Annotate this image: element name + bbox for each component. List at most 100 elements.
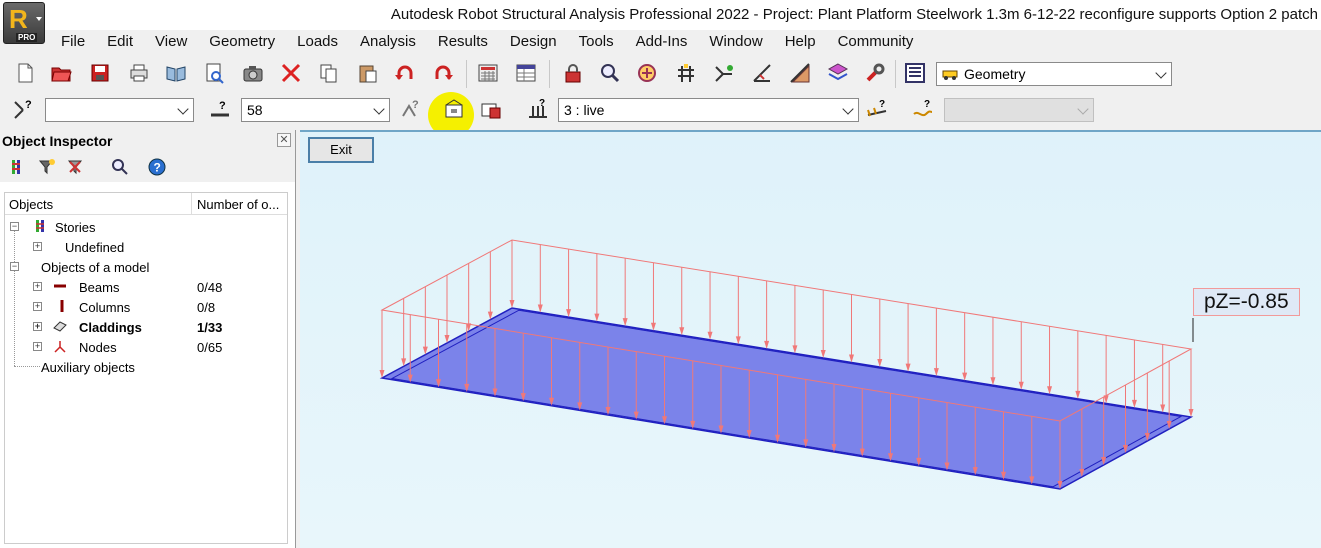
undo-button[interactable] xyxy=(392,59,418,87)
node-icon xyxy=(54,341,66,353)
axis-button[interactable] xyxy=(711,59,737,87)
save-button[interactable] xyxy=(87,59,113,87)
tree-row-undefined[interactable]: + Undefined xyxy=(5,237,287,257)
open-button[interactable] xyxy=(48,59,74,87)
tree-row-beams[interactable]: + Beams 0/48 xyxy=(5,277,287,297)
load-case-combo[interactable]: 3 : live xyxy=(558,98,859,122)
menu-community[interactable]: Community xyxy=(827,31,925,53)
load-case-button[interactable]: ? xyxy=(525,95,551,123)
expand-toggle[interactable]: + xyxy=(33,322,42,331)
new-file-button[interactable] xyxy=(12,59,38,87)
tree-label: Objects of a model xyxy=(41,260,150,275)
close-icon[interactable]: ✕ xyxy=(277,133,291,147)
menu-bar: File Edit View Geometry Loads Analysis R… xyxy=(50,31,924,53)
load-display-icon: ? xyxy=(867,99,887,117)
layout-button[interactable] xyxy=(902,59,928,87)
app-menu-button[interactable]: R PRO xyxy=(3,2,45,44)
layers-button[interactable] xyxy=(825,59,851,87)
collapse-toggle[interactable]: − xyxy=(10,222,19,231)
panel-selection-button[interactable] xyxy=(441,95,467,123)
clear-filter-icon[interactable] xyxy=(66,158,84,176)
expand-toggle[interactable]: + xyxy=(33,302,42,311)
tree-header: Objects Number of o... xyxy=(5,193,287,215)
menu-add-ins[interactable]: Add-Ins xyxy=(625,31,699,53)
expand-toggle[interactable]: + xyxy=(33,242,42,251)
node-selection-button[interactable]: ? xyxy=(10,95,36,123)
tree-row-stories[interactable]: − Stories xyxy=(5,217,287,237)
exit-button[interactable]: Exit xyxy=(308,137,374,163)
copy-button[interactable] xyxy=(316,59,342,87)
section-button[interactable] xyxy=(787,59,813,87)
help-icon[interactable]: ? xyxy=(148,158,166,176)
screen-capture-button[interactable] xyxy=(240,59,266,87)
tree-row-objects-of-model[interactable]: − Objects of a model xyxy=(5,257,287,277)
calculator-button[interactable] xyxy=(475,59,501,87)
paste-button[interactable] xyxy=(355,59,381,87)
load-display-button[interactable]: ? xyxy=(864,95,890,123)
table-button[interactable] xyxy=(513,59,539,87)
zoom-window-button[interactable] xyxy=(634,59,660,87)
toolbar-separator xyxy=(895,60,896,88)
load-case-icon: ? xyxy=(529,98,547,118)
bar-selection-combo[interactable]: 58 xyxy=(241,98,390,122)
menu-geometry[interactable]: Geometry xyxy=(198,31,286,53)
structure-tree-icon[interactable] xyxy=(8,158,26,176)
pick-button[interactable]: ? xyxy=(397,95,423,123)
redo-button[interactable] xyxy=(430,59,456,87)
print-preview-button[interactable] xyxy=(163,59,189,87)
expand-toggle[interactable]: + xyxy=(33,342,42,351)
model-viewport[interactable]: Exit pZ=-0.85 xyxy=(300,130,1321,548)
load-arrow-head xyxy=(1103,395,1109,404)
bar-selection-button[interactable]: ? xyxy=(207,95,233,123)
column-divider[interactable] xyxy=(191,193,192,215)
load-arrow-head xyxy=(820,349,826,358)
load-arrow-head xyxy=(735,336,741,345)
model-canvas[interactable] xyxy=(300,132,1321,548)
cladding-panel[interactable] xyxy=(379,307,1194,490)
menu-window[interactable]: Window xyxy=(698,31,773,53)
load-arrow-head xyxy=(622,318,628,327)
column-header-number[interactable]: Number of o... xyxy=(197,197,279,212)
tree-row-claddings[interactable]: + Claddings 1/33 xyxy=(5,317,287,337)
collapse-toggle[interactable]: − xyxy=(10,262,19,271)
search-icon[interactable] xyxy=(111,158,129,176)
structure-view-button[interactable] xyxy=(673,59,699,87)
tree-row-nodes[interactable]: + Nodes 0/65 xyxy=(5,337,287,357)
node-selection-combo[interactable] xyxy=(45,98,194,122)
filter-icon[interactable] xyxy=(38,158,56,176)
delete-button[interactable] xyxy=(278,59,304,87)
layout-selector-value: Geometry xyxy=(964,66,1026,82)
menu-design[interactable]: Design xyxy=(499,31,568,53)
redo-icon xyxy=(435,65,453,80)
tree-row-auxiliary-objects[interactable]: Auxiliary objects xyxy=(5,357,287,377)
layout-icon xyxy=(905,63,925,83)
menu-edit[interactable]: Edit xyxy=(96,31,144,53)
lock-button[interactable] xyxy=(560,59,586,87)
layout-selector[interactable]: Geometry xyxy=(936,62,1172,86)
delete-icon xyxy=(281,63,301,83)
object-selection-button[interactable] xyxy=(478,95,504,123)
menu-results[interactable]: Results xyxy=(427,31,499,53)
mode-selection-button[interactable]: ? xyxy=(910,95,936,123)
menu-tools[interactable]: Tools xyxy=(568,31,625,53)
svg-text:?: ? xyxy=(219,100,226,112)
measure-button[interactable] xyxy=(749,59,775,87)
zoom-window-icon xyxy=(638,64,656,82)
tree-row-columns[interactable]: + Columns 0/8 xyxy=(5,297,287,317)
expand-toggle[interactable]: + xyxy=(33,282,42,291)
menu-file[interactable]: File xyxy=(50,31,96,53)
menu-help[interactable]: Help xyxy=(774,31,827,53)
zoom-button[interactable] xyxy=(597,59,623,87)
chevron-down-icon xyxy=(1077,103,1089,115)
menu-loads[interactable]: Loads xyxy=(286,31,349,53)
preferences-button[interactable] xyxy=(862,59,888,87)
mode-selection-combo[interactable] xyxy=(944,98,1094,122)
layers-icon xyxy=(827,63,849,81)
new-file-icon xyxy=(18,63,33,83)
menu-view[interactable]: View xyxy=(144,31,198,53)
menu-analysis[interactable]: Analysis xyxy=(349,31,427,53)
cladding-icon xyxy=(53,321,67,332)
report-button[interactable] xyxy=(201,59,227,87)
column-header-objects[interactable]: Objects xyxy=(9,197,53,212)
print-button[interactable] xyxy=(126,59,152,87)
